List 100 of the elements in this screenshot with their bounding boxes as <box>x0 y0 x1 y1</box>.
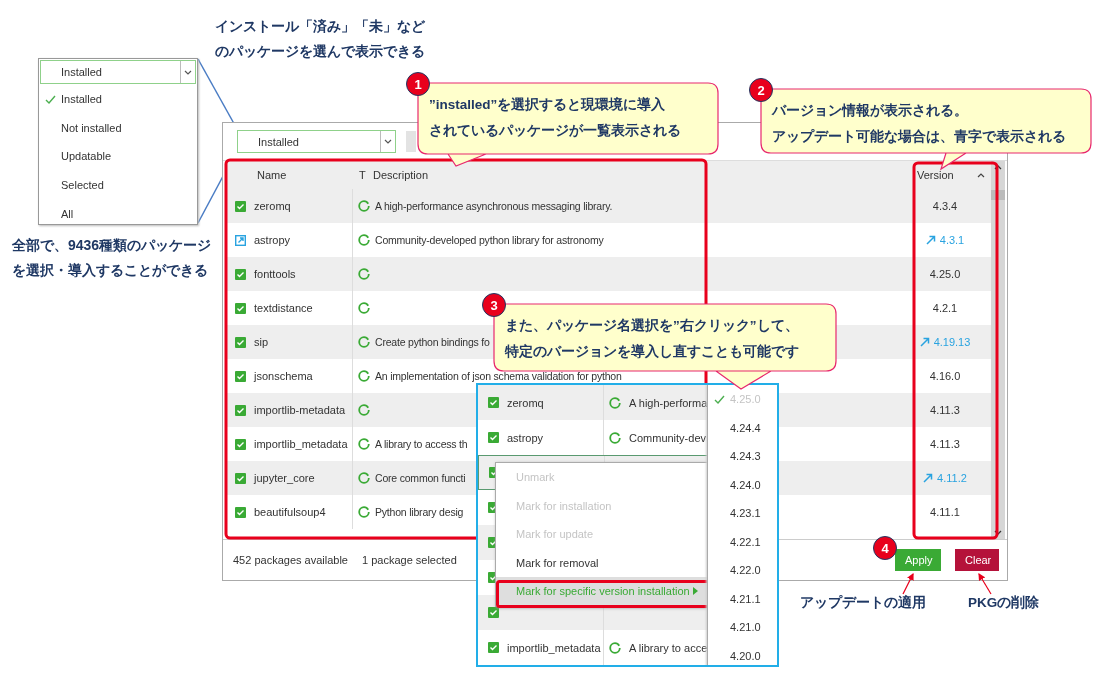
status-text: 1 package selected <box>362 554 457 566</box>
package-name: importlib_metadata <box>254 438 348 450</box>
checkbox-checked-icon[interactable] <box>488 607 499 618</box>
annotation-text: インストール「済み」「未」など <box>215 17 425 36</box>
menu-item[interactable]: Mark for removal <box>496 548 708 577</box>
version-item[interactable]: 4.24.3 <box>708 442 777 471</box>
clear-button[interactable]: Clear <box>955 549 999 571</box>
check-icon <box>44 94 56 104</box>
status-text: 452 packages available <box>233 554 348 566</box>
package-name: importlib-metadata <box>254 404 346 416</box>
package-name: jsonschema <box>254 370 313 382</box>
dropdown-option[interactable]: All <box>39 199 197 228</box>
checkbox-checked-icon[interactable] <box>235 268 246 280</box>
dropdown-option[interactable]: Selected <box>39 170 197 200</box>
version-text: 4.11.3 <box>930 438 960 450</box>
status-ring-icon <box>358 234 370 246</box>
callout-text: されているパッケージが一覧表示される <box>429 122 681 140</box>
annotation-text: 全部で、9436種類のパッケージ <box>12 236 212 255</box>
package-description: A library to acce <box>629 641 708 654</box>
checkbox-checked-icon[interactable] <box>235 370 246 382</box>
status-ring-icon <box>358 370 370 382</box>
status-ring-icon <box>358 268 370 280</box>
status-ring-icon <box>358 404 370 416</box>
callout-text: 特定のバージョンを導入し直すことも可能です <box>505 343 799 361</box>
checkbox-checked-icon[interactable] <box>235 336 246 348</box>
status-ring-icon <box>358 336 370 348</box>
package-name: zeromq <box>507 396 544 409</box>
checkbox-checked-icon[interactable] <box>235 472 246 484</box>
arrow <box>902 572 914 595</box>
package-name: astropy <box>507 431 544 444</box>
version-item[interactable]: 4.24.0 <box>708 470 777 499</box>
version-item[interactable]: 4.20.0 <box>708 641 777 665</box>
package-description: A high-performance asynchronous messaging library. <box>375 200 613 212</box>
upgrade-arrow-icon <box>919 337 930 347</box>
submenu-arrow-icon <box>693 587 698 596</box>
status-ring-icon <box>609 641 621 654</box>
package-name: textdistance <box>254 302 313 314</box>
package-description: An implementation of json schema validation for python <box>375 370 622 382</box>
version-text: 4.19.13 <box>933 336 971 348</box>
status-ring-icon <box>358 506 370 518</box>
upgrade-arrow-icon <box>923 473 934 483</box>
checkbox-checked-icon[interactable] <box>488 432 499 443</box>
caret-icon <box>184 69 192 75</box>
column-header[interactable]: Version <box>907 169 977 181</box>
package-description: Python library desig <box>375 506 464 518</box>
version-item[interactable]: 4.24.4 <box>708 413 777 442</box>
status-ring-icon <box>609 431 621 444</box>
upgrade-mark-icon[interactable] <box>235 234 246 246</box>
caret-icon <box>384 139 392 144</box>
status-ring-icon <box>358 438 370 450</box>
checkbox-checked-icon[interactable] <box>235 438 246 450</box>
package-name: astropy <box>254 234 291 246</box>
scroll-up-icon[interactable] <box>994 165 1002 170</box>
checkbox-checked-icon[interactable] <box>235 302 246 314</box>
annotation-text: アップデートの適用 <box>800 594 926 612</box>
scrollbar-thumb[interactable] <box>991 190 1005 200</box>
checkbox-checked-icon[interactable] <box>235 506 246 518</box>
package-description: Community-developed python library for astronomy <box>375 234 604 246</box>
sort-caret-icon <box>977 172 985 178</box>
version-item[interactable]: 4.21.0 <box>708 613 777 642</box>
package-name: importlib_metadata <box>507 641 601 654</box>
annotation-text: のパッケージを選んで表示できる <box>215 42 425 61</box>
package-description: Community-dev <box>629 431 707 444</box>
checkbox-checked-icon[interactable] <box>488 397 499 408</box>
column-header[interactable]: Name <box>227 169 353 181</box>
checkbox-checked-icon[interactable] <box>235 404 246 416</box>
package-name: fonttools <box>254 268 296 280</box>
package-name: jupyter_core <box>254 472 315 484</box>
version-item[interactable]: 4.22.0 <box>708 556 777 585</box>
package-description: A library to access th <box>375 438 468 450</box>
version-item[interactable]: 4.23.1 <box>708 499 777 528</box>
callout-text: ”installed”を選択すると現環境に導入 <box>429 96 667 114</box>
column-header[interactable]: T <box>353 169 373 181</box>
package-description: Core common functi <box>375 472 466 484</box>
checkbox-checked-icon[interactable] <box>488 642 499 653</box>
package-description: A high-performa <box>629 396 708 409</box>
package-description: Create python bindings fo <box>375 336 490 348</box>
version-item[interactable]: 4.21.1 <box>708 584 777 613</box>
dropdown-option[interactable]: Not installed <box>39 113 197 143</box>
dropdown-option[interactable]: Updatable <box>39 142 197 171</box>
package-name: sip <box>254 336 269 348</box>
version-text: 4.3.1 <box>939 234 965 246</box>
step-number-badge: 1 <box>406 72 430 96</box>
filter-dropdown[interactable]: Installed <box>237 130 396 153</box>
checkbox-checked-icon[interactable] <box>235 200 246 212</box>
version-text: 4.2.1 <box>932 302 958 314</box>
callout-text: また、パッケージ名選択を”右クリック”して、 <box>505 317 799 335</box>
dropdown-option[interactable]: Installed <box>39 85 197 114</box>
arrow <box>978 572 992 595</box>
version-text: 4.11.3 <box>930 404 960 416</box>
version-item[interactable]: 4.22.1 <box>708 527 777 556</box>
version-text: 4.25.0 <box>929 268 961 280</box>
column-header[interactable]: Description <box>373 169 907 181</box>
annotation-text: PKGの削除 <box>968 594 1040 612</box>
version-text: 4.3.4 <box>932 200 958 212</box>
step-number-badge: 2 <box>749 78 773 102</box>
scroll-down-icon[interactable] <box>994 530 1002 535</box>
version-text: 4.16.0 <box>929 370 961 382</box>
filter-dropdown[interactable]: Installed <box>40 60 196 84</box>
check-icon <box>713 394 725 404</box>
